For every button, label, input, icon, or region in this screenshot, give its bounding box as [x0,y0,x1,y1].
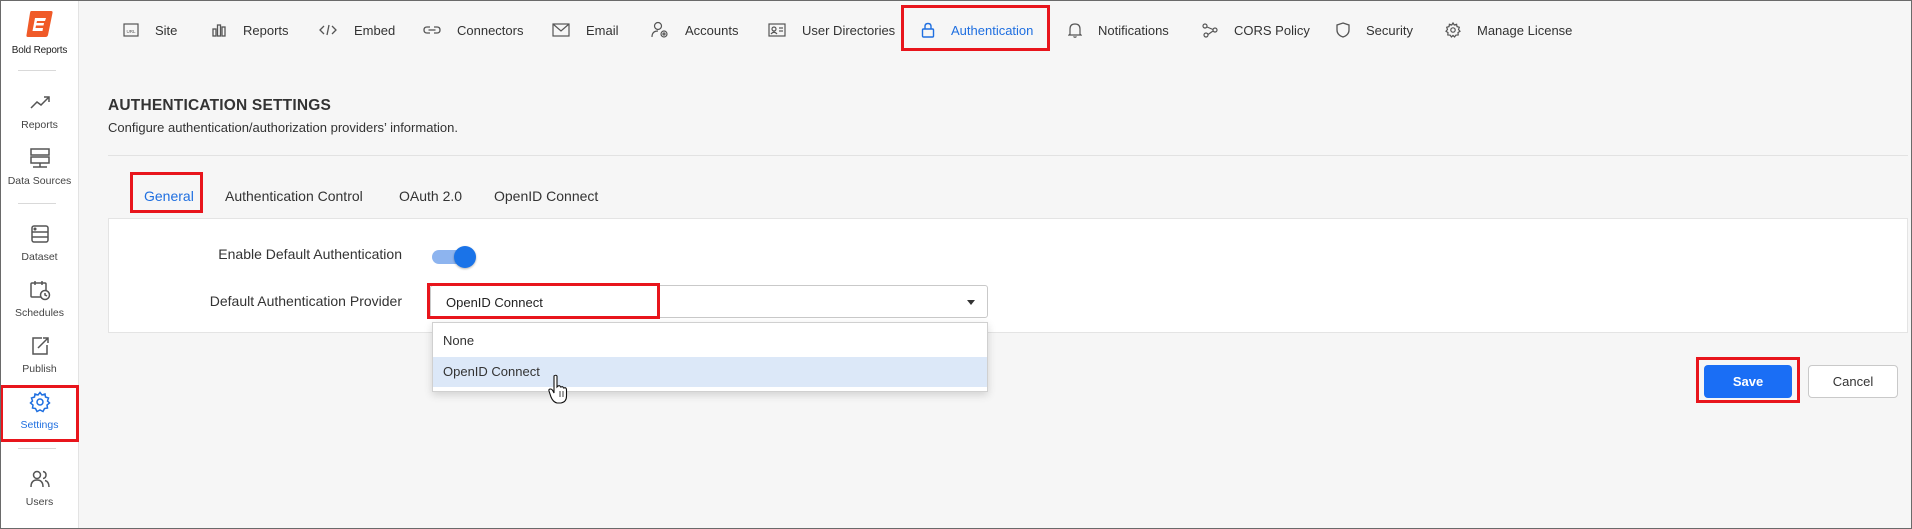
publish-icon [31,337,49,355]
brand-name: Bold Reports [11,45,68,56]
shield-icon [1336,22,1350,38]
tab-label: Reports [243,22,289,38]
hand-pointer-icon [548,374,568,404]
tab-label: CORS Policy [1234,22,1310,38]
tab-site[interactable]: URL Site [123,18,177,42]
sidebar-divider [18,70,56,71]
save-button[interactable]: Save [1704,365,1792,398]
sidebar: Bold Reports Reports Data Sources Datase… [0,0,79,529]
sidebar-item-label: Reports [21,119,58,131]
page-title: AUTHENTICATION SETTINGS [108,97,332,114]
license-gear-icon [1445,22,1461,38]
header-divider [108,155,1908,156]
bell-icon [1068,23,1082,38]
tab-accounts[interactable]: Accounts [651,18,738,42]
mail-icon [552,23,570,37]
code-icon [319,24,337,36]
sidebar-item-schedules[interactable]: Schedules [0,278,79,319]
tab-label: Manage License [1477,22,1573,38]
tab-notifications[interactable]: Notifications [1068,18,1169,42]
sidebar-item-label: Publish [22,363,57,375]
tab-label: User Directories [802,22,896,38]
tab-embed[interactable]: Embed [318,18,395,42]
sidebar-item-label: Dataset [21,251,58,263]
tab-reports[interactable]: Reports [211,18,289,42]
sidebar-item-label: Schedules [14,307,65,319]
server-icon [29,148,50,168]
dropdown-option-openid-connect[interactable]: OpenID Connect [433,357,987,387]
cancel-button[interactable]: Cancel [1808,365,1898,398]
sidebar-item-dataset[interactable]: Dataset [0,222,79,263]
subtab-general[interactable]: General [144,188,194,204]
sidebar-item-label: Data Sources [7,175,72,187]
sidebar-item-settings[interactable]: Settings [0,390,79,431]
page-subtitle: Configure authentication/authorization p… [108,120,458,135]
provider-dropdown-list: None OpenID Connect [432,322,988,392]
subtab-openid-connect[interactable]: OpenID Connect [494,188,598,204]
id-card-icon [768,23,786,37]
enable-default-auth-label: Enable Default Authentication [218,246,402,262]
tab-manage-license[interactable]: Manage License [1445,18,1572,42]
tab-security[interactable]: Security [1336,18,1413,42]
general-settings-panel [108,218,1908,333]
tab-label: Authentication [951,22,1034,38]
dataset-icon [30,225,49,243]
brand-logo[interactable]: Bold Reports [0,8,79,56]
tab-label: Security [1366,22,1413,38]
subtab-oauth[interactable]: OAuth 2.0 [399,188,462,204]
svg-text:URL: URL [126,29,135,34]
dropdown-option-none[interactable]: None [433,326,987,356]
share-icon [1202,23,1218,38]
account-icon [651,21,668,38]
enable-default-auth-toggle[interactable] [432,246,476,268]
tab-label: Embed [354,22,396,38]
bar-chart-icon [212,24,226,37]
gear-icon [28,391,51,413]
select-value: OpenID Connect [446,295,543,310]
default-provider-label: Default Authentication Provider [209,293,402,309]
tab-user-directories[interactable]: User Directories [768,18,895,42]
tab-connectors[interactable]: Connectors [423,18,523,42]
tab-cors-policy[interactable]: CORS Policy [1202,18,1310,42]
sidebar-item-data-sources[interactable]: Data Sources [0,146,79,187]
tab-label: Site [155,22,178,38]
users-icon [29,470,50,488]
bold-reports-logo-icon [25,11,53,37]
sidebar-item-users[interactable]: Users [0,467,79,508]
sidebar-item-label: Users [25,496,54,508]
sidebar-item-reports[interactable]: Reports [0,90,79,131]
sidebar-divider [18,448,56,449]
subtab-authentication-control[interactable]: Authentication Control [225,188,363,204]
toggle-knob [454,246,476,268]
tab-authentication[interactable]: Authentication [921,18,1033,42]
lock-icon [921,22,935,38]
url-icon: URL [123,23,139,37]
sidebar-item-publish[interactable]: Publish [0,334,79,375]
calendar-clock-icon [29,281,50,301]
tab-label: Accounts [685,22,739,38]
tab-label: Connectors [457,22,524,38]
default-provider-select[interactable]: OpenID Connect [430,285,988,318]
trend-line-icon [29,96,50,109]
link-icon [423,26,441,34]
tab-email[interactable]: Email [552,18,619,42]
sidebar-divider [18,203,56,204]
tab-label: Notifications [1098,22,1169,38]
chevron-down-icon [967,300,975,305]
tab-label: Email [586,22,619,38]
sidebar-item-label: Settings [20,419,59,431]
